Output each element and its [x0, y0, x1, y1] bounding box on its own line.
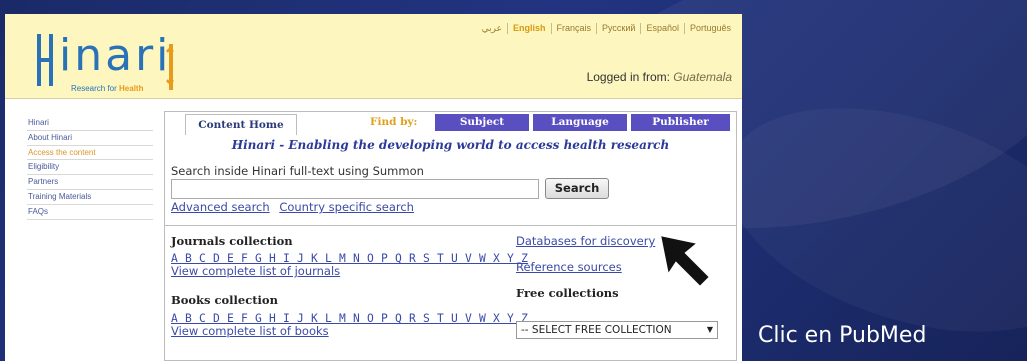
sidebar-item-eligibility[interactable]: Eligibility [27, 160, 153, 176]
section-divider [165, 225, 736, 226]
books-collection-title: Books collection [171, 293, 278, 307]
books-view-all-link[interactable]: View complete list of books [171, 324, 329, 338]
find-by-label: Find by: [370, 116, 418, 128]
tab-content-home[interactable]: Content Home [185, 114, 297, 135]
journals-view-all-link[interactable]: View complete list of journals [171, 264, 340, 278]
journals-collection-title: Journals collection [171, 234, 293, 248]
content-panel: Content Home Find by: Subject Language P… [164, 111, 737, 361]
free-collections-title: Free collections [516, 286, 619, 300]
language-link-portuguese[interactable]: Português [683, 23, 736, 34]
free-collection-selected-value: -- SELECT FREE COLLECTION [521, 324, 672, 336]
overlay-caption: Clic en PubMed [758, 323, 927, 348]
sidebar-item-training[interactable]: Training Materials [27, 190, 153, 205]
logo-h-crossbar [37, 58, 53, 62]
sidebar-item-access-content[interactable]: Access the content [27, 146, 153, 161]
sidebar-item-hinari[interactable]: Hinari [27, 116, 153, 131]
country-search-link[interactable]: Country specific search [279, 200, 414, 214]
search-button[interactable]: Search [545, 178, 609, 199]
tab-subject[interactable]: Subject [435, 114, 529, 131]
language-link-english[interactable]: English [507, 23, 551, 34]
chevron-down-icon: ▼ [706, 325, 713, 334]
logo-subtitle-text: Research for [71, 84, 117, 93]
language-link-arabic[interactable]: عربي [477, 23, 507, 34]
language-link-french[interactable]: Français [550, 23, 597, 34]
sidebar-item-faqs[interactable]: FAQs [27, 205, 153, 220]
search-input[interactable] [171, 179, 539, 199]
search-links: Advanced search Country specific search [171, 200, 420, 214]
search-label: Search inside Hinari full-text using Sum… [171, 164, 424, 178]
logged-in-status: Logged in from: Guatemala [587, 70, 732, 84]
language-link-russian[interactable]: Русский [596, 23, 640, 34]
browser-page: inari Research for Health عربي English F… [5, 14, 742, 361]
sidebar-nav: Hinari About Hinari Access the content E… [27, 116, 153, 220]
tab-row: Content Home Find by: Subject Language P… [165, 112, 736, 135]
logo-text: inari [59, 30, 172, 81]
tab-publisher[interactable]: Publisher [631, 114, 730, 131]
caduceus-staff-icon [169, 44, 173, 90]
logo-subtitle-highlight: Health [119, 84, 144, 93]
logged-in-country: Guatemala [673, 70, 732, 84]
language-link-spanish[interactable]: Español [640, 23, 684, 34]
logged-in-prefix: Logged in from: [586, 70, 670, 84]
tab-language[interactable]: Language [533, 114, 627, 131]
sidebar-item-partners[interactable]: Partners [27, 175, 153, 190]
arrow-pointer-icon [658, 233, 712, 289]
tagline: Hinari - Enabling the developing world t… [231, 138, 670, 152]
sidebar-item-about[interactable]: About Hinari [27, 131, 153, 146]
advanced-search-link[interactable]: Advanced search [171, 200, 270, 214]
site-header: inari Research for Health عربي English F… [5, 14, 742, 99]
free-collection-select[interactable]: -- SELECT FREE COLLECTION ▼ [516, 321, 718, 339]
databases-discovery-link[interactable]: Databases for discovery [516, 234, 655, 248]
reference-sources-link[interactable]: Reference sources [516, 260, 622, 274]
logo-subtitle: Research for Health [71, 84, 143, 93]
language-switcher: عربي English Français Русский Español Po… [477, 23, 736, 34]
